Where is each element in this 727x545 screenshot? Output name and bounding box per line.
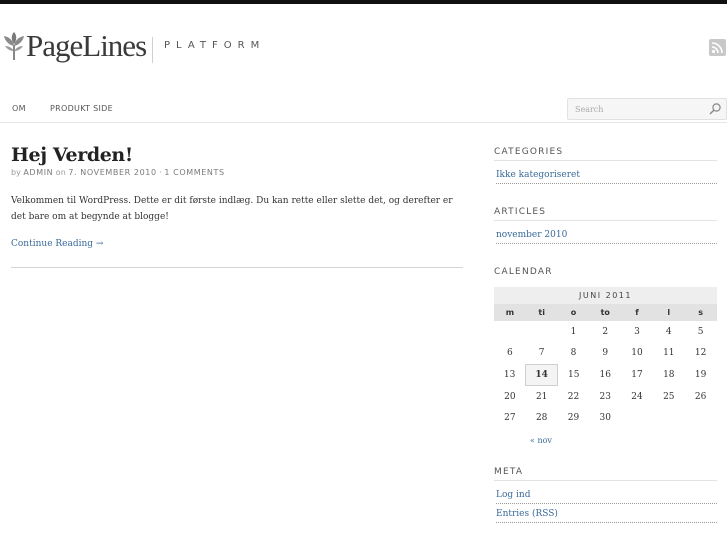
main-nav: OM PRODUKT SIDE (0, 96, 727, 123)
calendar-day: 1 (570, 326, 577, 337)
calendar-day: 19 (694, 369, 707, 380)
category-link[interactable]: Ikke kategoriseret (496, 170, 717, 184)
search-box (567, 98, 727, 120)
logo-divider (152, 37, 153, 63)
calendar-day: 15 (567, 369, 580, 380)
calendar-week: 1 2 3 4 5 (494, 321, 717, 343)
calendar-day: 20 (504, 391, 516, 402)
calendar-day: 6 (507, 348, 513, 359)
calendar-weekday: m (494, 304, 526, 321)
calendar-weekday: f (621, 304, 653, 321)
site-tagline: PLATFORM (164, 40, 266, 51)
meta-by: by (11, 168, 21, 177)
calendar-caption: JUNI 2011 (494, 287, 717, 304)
calendar-day: 12 (694, 348, 707, 359)
calendar-weekday: l (652, 304, 685, 321)
nav-item-om[interactable]: OM (12, 104, 26, 113)
site-logo[interactable]: PageLines (3, 28, 147, 63)
post-title[interactable]: Hej Verden! (11, 144, 133, 166)
rss-icon[interactable] (709, 39, 726, 56)
calendar-empty-cell (653, 407, 685, 429)
calendar-day: 4 (665, 326, 672, 337)
calendar-week: 13 14 15 16 17 18 19 (494, 363, 717, 387)
calendar-day: 3 (634, 326, 640, 337)
calendar-weekdays: m ti o to f l s (494, 304, 717, 321)
calendar-week: 6 7 8 9 10 11 12 (494, 343, 717, 365)
calendar-weekday: ti (525, 304, 558, 321)
calendar-day: 5 (697, 326, 704, 337)
calendar-day: 27 (504, 413, 516, 424)
post-author-link[interactable]: ADMIN (23, 168, 53, 177)
search-icon[interactable] (708, 102, 722, 116)
calendar-weekday: s (684, 304, 717, 321)
nav-item-produkt-side[interactable]: PRODUKT SIDE (50, 104, 113, 113)
calendar-day: 10 (631, 348, 643, 359)
calendar-day: 11 (663, 348, 675, 359)
calendar-day: 23 (599, 391, 611, 402)
calendar-day: 22 (567, 391, 580, 402)
calendar-empty-cell (685, 407, 717, 429)
meta-heading: META (494, 467, 717, 481)
calendar-day: 28 (535, 413, 548, 424)
calendar-empty-cell (621, 407, 653, 429)
calendar-week: 27 28 29 30 (494, 407, 717, 429)
post-date: 7. NOVEMBER 2010 (68, 168, 157, 177)
calendar-heading: CALENDAR (494, 267, 553, 277)
articles-heading: ARTICLES (494, 207, 717, 221)
post-comments-link[interactable]: 1 COMMENTS (164, 168, 224, 177)
post-divider (11, 267, 463, 268)
calendar-day: 13 (503, 369, 516, 380)
calendar-day: 9 (602, 348, 609, 359)
calendar-weekday: to (589, 304, 622, 321)
post-body: Velkommen til WordPress. Dette er dit fø… (11, 196, 453, 222)
calendar-day: 29 (567, 413, 580, 424)
calendar-day: 21 (535, 391, 548, 402)
calendar-day: 17 (631, 369, 643, 380)
calendar-day: 16 (599, 369, 611, 380)
search-input[interactable] (575, 103, 700, 116)
calendar-day: 26 (694, 391, 707, 402)
meta-rss-link[interactable]: Entries (RSS) (496, 509, 717, 523)
categories-heading: CATEGORIES (494, 147, 717, 161)
meta-on: on (55, 168, 66, 177)
leaf-icon (4, 32, 24, 60)
calendar-day: 2 (602, 326, 609, 337)
post-meta: by ADMIN on 7. NOVEMBER 2010 · 1 COMMENT… (11, 168, 225, 177)
calendar-weekday: o (557, 304, 590, 321)
calendar-day: 8 (570, 348, 577, 359)
continue-reading-link[interactable]: Continue Reading → (11, 239, 103, 249)
calendar-prev-link[interactable]: « nov (530, 436, 552, 445)
calendar-day: 30 (599, 413, 611, 424)
meta-separator: · (159, 168, 162, 177)
calendar-day: 7 (538, 348, 545, 359)
site-header: PageLines PLATFORM (0, 4, 727, 86)
calendar-empty-cell (526, 321, 558, 343)
logo-text: PageLines (26, 28, 147, 63)
calendar-day: 18 (663, 369, 675, 380)
calendar-empty-cell (494, 321, 526, 343)
calendar-day: 25 (663, 391, 675, 402)
meta-login-link[interactable]: Log ind (496, 490, 717, 504)
calendar-days: 1 2 3 4 5 6 7 8 9 10 11 12 13 14 15 16 17 18 19 20 21 22 23 24 2… (494, 321, 717, 429)
calendar-day: 24 (631, 391, 643, 402)
calendar-day: 14 (525, 363, 559, 387)
calendar-table: m ti o to f l s 1 2 3 4 5 6 7 8 9 10 11 12 13 14 15 16 17 18 19 2… (494, 304, 717, 429)
calendar-week: 20 21 22 23 24 25 26 (494, 386, 717, 408)
archive-link[interactable]: november 2010 (496, 230, 717, 244)
calendar-widget: JUNI 2011 m ti o to f l s 1 2 3 4 5 6 7 8 9 10 11 12 13 14 1… (494, 287, 717, 445)
